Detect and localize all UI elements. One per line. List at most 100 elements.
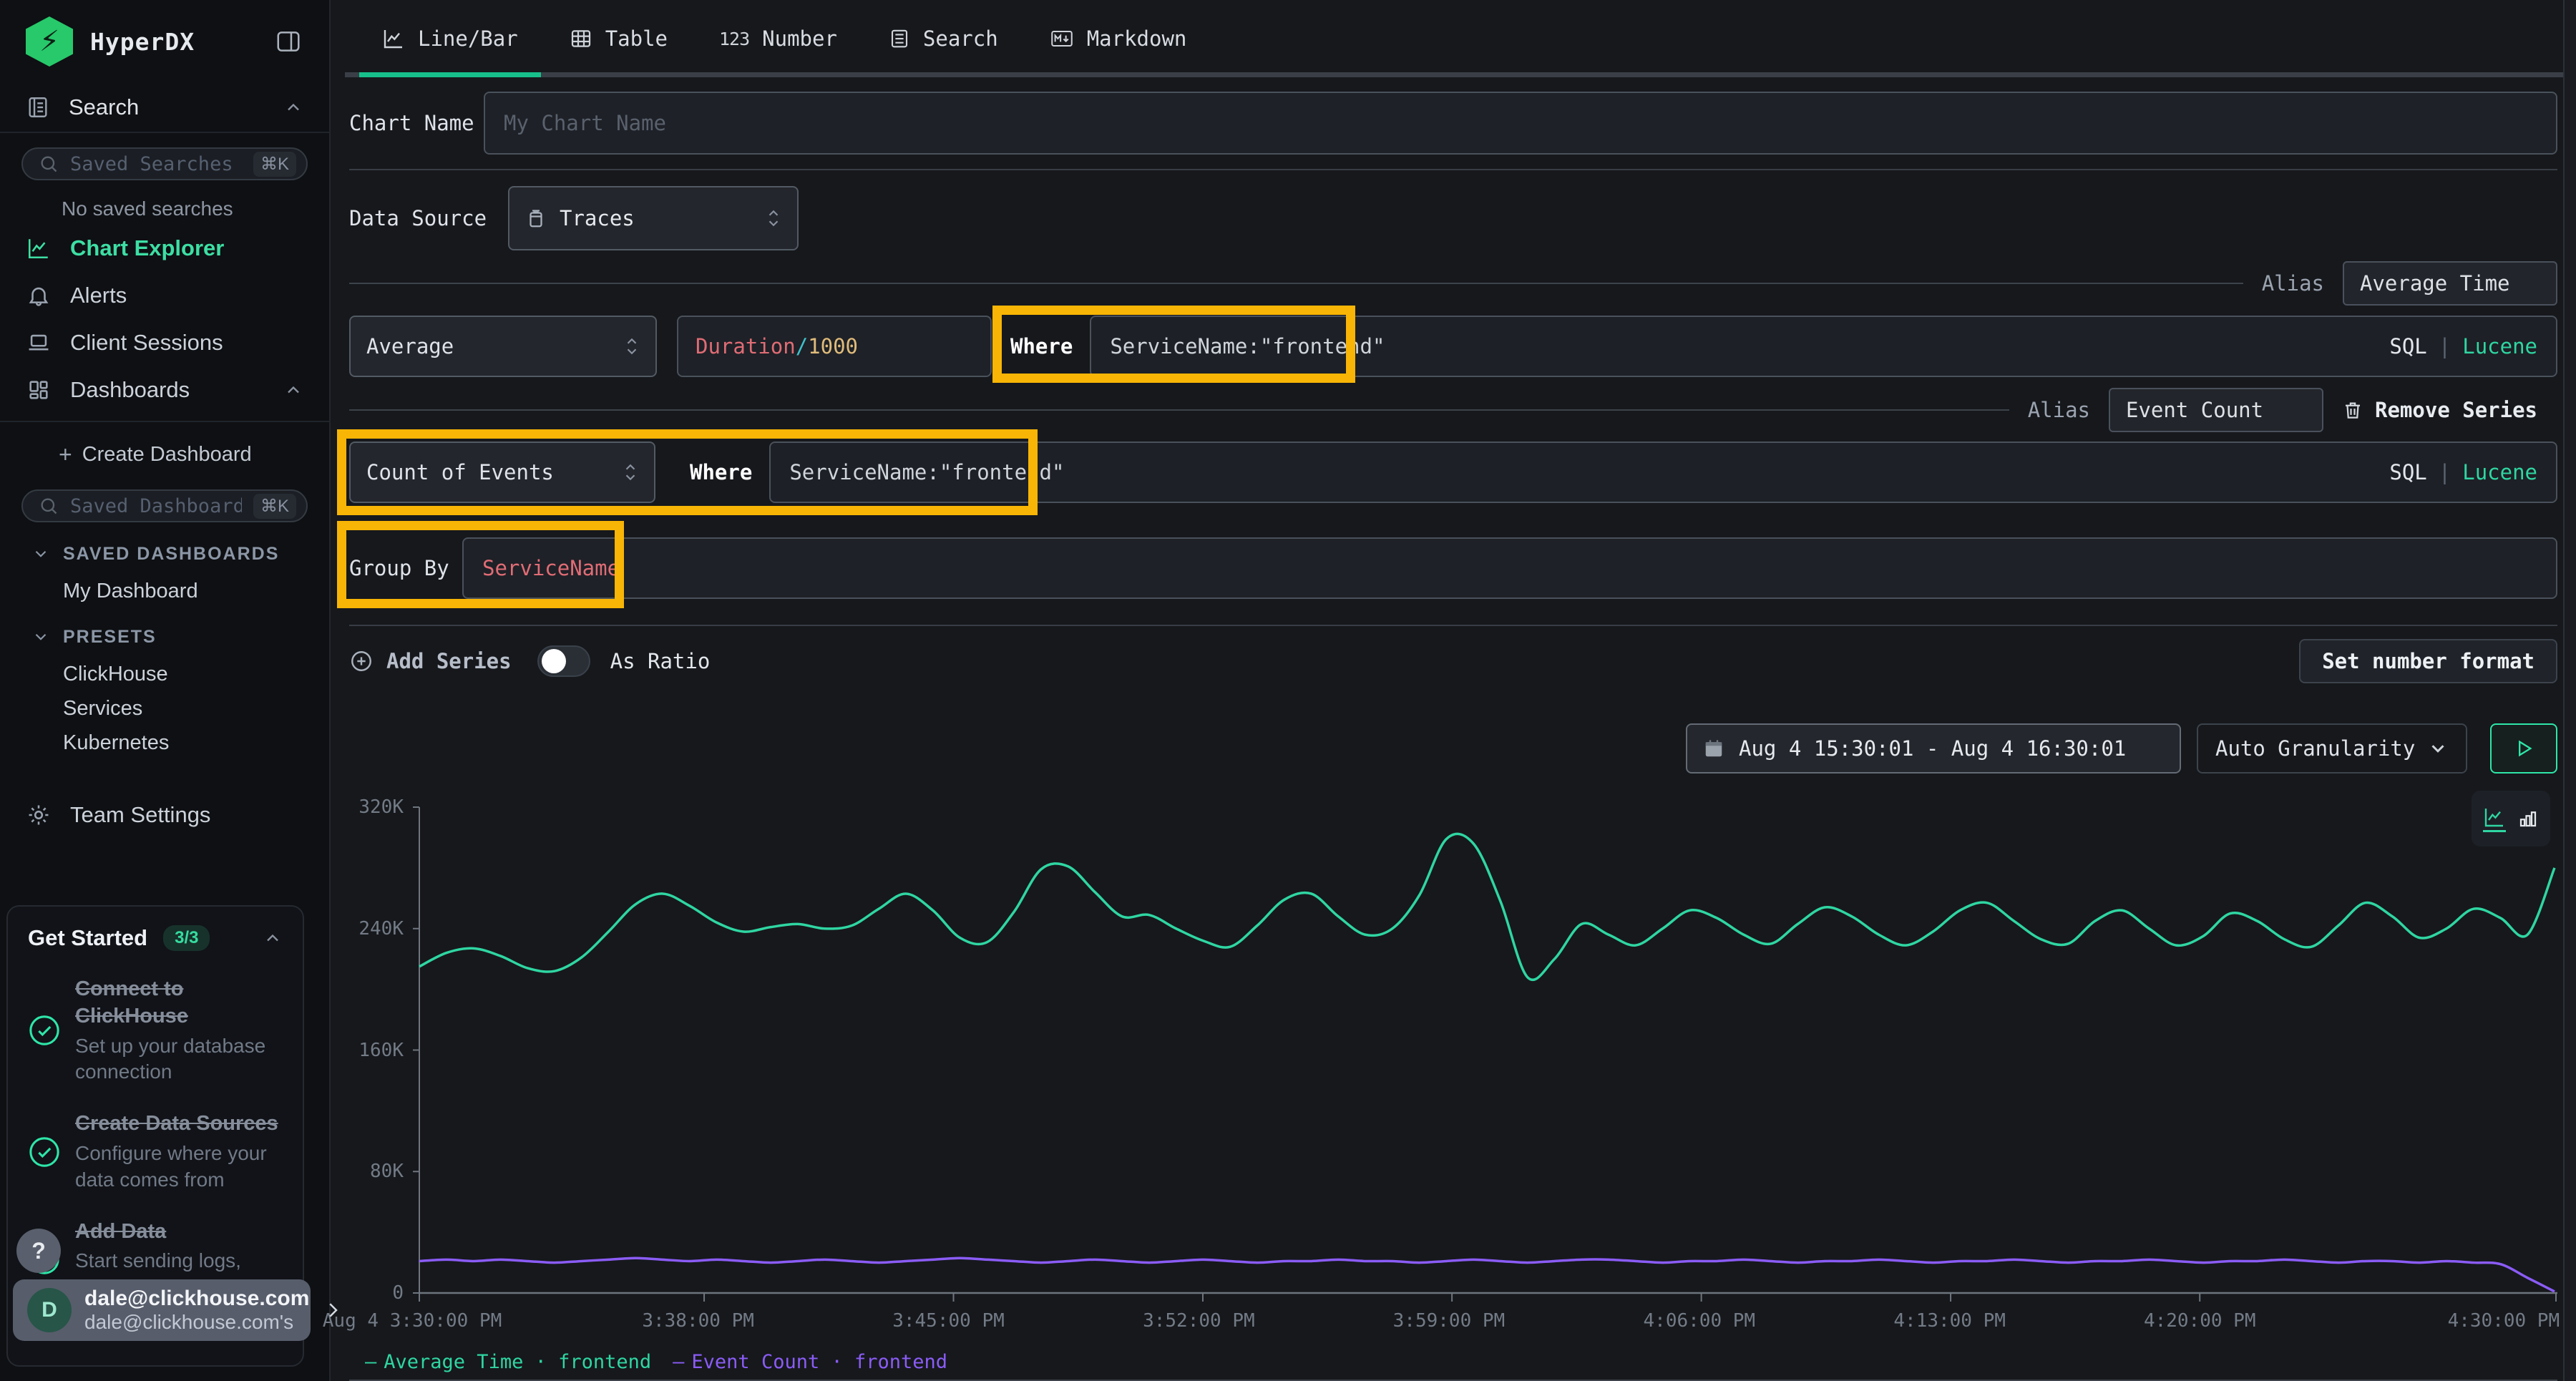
add-series-button[interactable]: Add Series xyxy=(349,649,512,673)
where-input-2[interactable]: ServiceName:"frontend" SQL | Lucene xyxy=(769,441,2557,503)
chevron-down-icon xyxy=(31,545,50,563)
where-input-1[interactable]: ServiceName:"frontend" SQL | Lucene xyxy=(1090,316,2557,377)
chevron-up-icon xyxy=(283,97,303,117)
chevron-right-icon xyxy=(322,1299,343,1321)
sidebar-item-team-settings[interactable]: Team Settings xyxy=(0,791,329,839)
query-language-toggle: SQL | Lucene xyxy=(2389,334,2537,358)
saved-dashboards-input[interactable]: ⌘K xyxy=(21,489,308,522)
search-section-icon xyxy=(26,95,50,119)
chevron-up-icon[interactable] xyxy=(263,928,283,948)
saved-searches-field[interactable] xyxy=(70,153,242,175)
tab-label: Markdown xyxy=(1087,26,1187,51)
alias-label: Alias xyxy=(2262,271,2324,296)
divider xyxy=(349,409,2009,411)
get-started-title: Get Started xyxy=(28,925,147,951)
chevron-up-icon xyxy=(283,380,303,400)
data-source-select[interactable]: Traces xyxy=(508,186,799,250)
hyperdx-logo-icon: ⚡ xyxy=(26,16,73,67)
chart-name-input[interactable] xyxy=(484,92,2557,155)
get-started-step[interactable]: Create Data SourcesConfigure where your … xyxy=(28,1110,283,1193)
sidebar-item-preset-services[interactable]: Services xyxy=(0,691,329,726)
date-range-picker[interactable]: Aug 4 15:30:01 - Aug 4 16:30:01 xyxy=(1686,723,2181,774)
remove-series-button[interactable]: Remove Series xyxy=(2342,398,2537,422)
x-tick-label: 3:59:00 PM xyxy=(1393,1310,1506,1332)
bar-chart-toggle-icon[interactable] xyxy=(2517,808,2539,829)
get-started-step[interactable]: Connect to ClickHouseSet up your databas… xyxy=(28,975,283,1085)
query-language-toggle: SQL | Lucene xyxy=(2389,460,2537,484)
sidebar-item-my-dashboard[interactable]: My Dashboard xyxy=(0,574,329,608)
lucene-toggle[interactable]: Lucene xyxy=(2462,460,2537,484)
sidebar-item-alerts[interactable]: Alerts xyxy=(0,272,329,319)
avatar: D xyxy=(27,1288,72,1332)
y-tick-label: 80K xyxy=(370,1161,404,1182)
divider xyxy=(349,625,2557,626)
granularity-select[interactable]: Auto Granularity xyxy=(2197,723,2467,774)
tab-markdown[interactable]: Markdown xyxy=(1027,0,1210,77)
tab-search[interactable]: Search xyxy=(866,0,1021,77)
tab-line-bar[interactable]: Line/Bar xyxy=(359,0,541,77)
chart-line-icon xyxy=(382,27,405,50)
line-chart[interactable] xyxy=(412,804,2557,1304)
saved-dashboards-field[interactable] xyxy=(70,495,242,517)
help-button[interactable]: ? xyxy=(16,1229,61,1273)
aggfn-select-1[interactable]: Average xyxy=(349,316,657,377)
run-query-button[interactable] xyxy=(2490,723,2557,774)
as-ratio-toggle[interactable] xyxy=(537,645,590,677)
lucene-toggle[interactable]: Lucene xyxy=(2462,334,2537,358)
sidebar-item-search[interactable]: Search xyxy=(0,83,329,133)
sidebar-collapse-icon[interactable] xyxy=(273,28,303,55)
aggfn-value: Average xyxy=(366,334,454,358)
set-number-format-button[interactable]: Set number format xyxy=(2299,639,2557,683)
chart-display-toggle xyxy=(2472,791,2550,846)
aggfn-select-2[interactable]: Count of Events xyxy=(349,441,655,503)
y-tick-label: 160K xyxy=(358,1040,404,1061)
user-menu[interactable]: D dale@clickhouse.com dale@clickhouse.co… xyxy=(13,1279,311,1341)
section-saved-dashboards[interactable]: SAVED DASHBOARDS xyxy=(0,534,329,574)
tab-label: Table xyxy=(605,26,668,51)
field-input-1[interactable]: Duration/1000 xyxy=(677,316,992,377)
logo-row: ⚡ HyperDX xyxy=(0,0,329,83)
sidebar-item-chart-explorer[interactable]: Chart Explorer xyxy=(0,225,329,272)
plus-icon: + xyxy=(59,441,72,468)
x-tick-label: Aug 4 3:30:00 PM xyxy=(323,1310,502,1332)
group-by-input[interactable]: ServiceName xyxy=(462,537,2557,599)
create-dashboard-button[interactable]: + Create Dashboard xyxy=(0,434,329,475)
sidebar-item-preset-clickhouse[interactable]: ClickHouse xyxy=(0,657,329,691)
list-icon xyxy=(889,28,910,49)
sidebar-item-label: Team Settings xyxy=(70,802,210,828)
y-tick-label: 240K xyxy=(358,918,404,940)
line-chart-toggle-icon[interactable] xyxy=(2483,806,2506,832)
legend-entry[interactable]: —Event Count · frontend xyxy=(673,1351,947,1373)
calendar-icon xyxy=(1703,738,1724,759)
date-range-value: Aug 4 15:30:01 - Aug 4 16:30:01 xyxy=(1739,736,2126,761)
x-tick-label: 4:13:00 PM xyxy=(1893,1310,2006,1332)
number-icon: 123 xyxy=(719,29,749,49)
x-tick-label: 4:30:00 PM xyxy=(2448,1310,2560,1332)
saved-searches-input[interactable]: ⌘K xyxy=(21,147,308,180)
alias-input-2[interactable]: Event Count xyxy=(2109,388,2323,432)
legend-entry[interactable]: —Average Time · frontend xyxy=(365,1351,651,1373)
add-series-label: Add Series xyxy=(386,649,512,673)
y-tick-label: 320K xyxy=(358,796,404,818)
divider xyxy=(0,421,329,422)
step-title: Create Data Sources xyxy=(75,1110,283,1137)
alias-row-1: Alias Average Time xyxy=(349,261,2557,306)
shortcut-badge: ⌘K xyxy=(253,152,296,177)
check-circle-icon xyxy=(28,1136,61,1168)
alias-row-2: Alias Event Count Remove Series xyxy=(349,388,2557,432)
alias-input-1[interactable]: Average Time xyxy=(2343,261,2557,306)
user-email: dale@clickhouse.com xyxy=(84,1287,309,1312)
create-dashboard-label: Create Dashboard xyxy=(82,443,252,467)
sidebar-item-dashboards[interactable]: Dashboards xyxy=(0,366,329,414)
where-label: Where xyxy=(690,460,752,484)
sidebar-item-preset-kubernetes[interactable]: Kubernetes xyxy=(0,726,329,760)
sidebar-item-client-sessions[interactable]: Client Sessions xyxy=(0,319,329,366)
tab-number[interactable]: 123Number xyxy=(696,0,860,77)
series-line-event-count xyxy=(419,1258,2555,1292)
group-by-row: Group By ServiceName xyxy=(349,537,2557,599)
sql-toggle[interactable]: SQL xyxy=(2389,460,2426,484)
section-presets[interactable]: PRESETS xyxy=(0,617,329,657)
sql-toggle[interactable]: SQL xyxy=(2389,334,2426,358)
scrollbar-track[interactable] xyxy=(2563,0,2576,1381)
tab-table[interactable]: Table xyxy=(547,0,691,77)
